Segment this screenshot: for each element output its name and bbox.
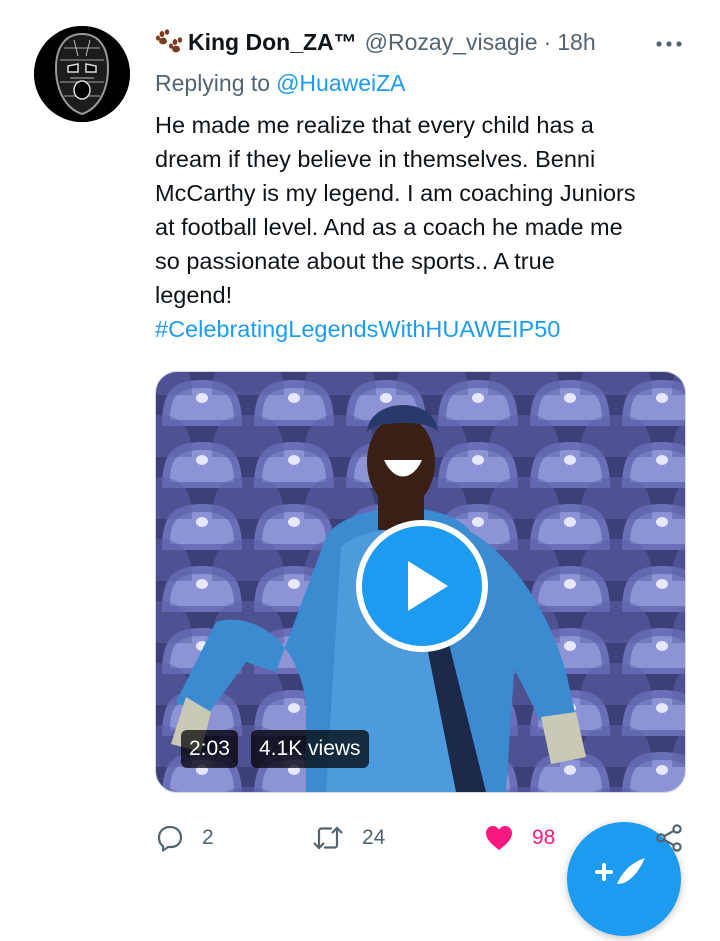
- tweet-text-line: at football level. And as a coach he mad…: [155, 214, 623, 240]
- separator-dot: ·: [543, 28, 552, 55]
- like-count: 98: [532, 826, 556, 849]
- hashtag-link[interactable]: #CelebratingLegendsWithHUAWEIP50: [155, 312, 700, 346]
- tweet-text: He made me realize that every child has …: [155, 108, 700, 346]
- user-handle[interactable]: @Rozay_visagie: [365, 29, 538, 56]
- replying-to-label: Replying to: [155, 70, 271, 96]
- reply-count: 2: [202, 826, 214, 849]
- retweet-button[interactable]: 24: [312, 822, 385, 854]
- video-duration: 2:03: [181, 730, 238, 768]
- tweet-text-line: McCarthy is my legend. I am coaching Jun…: [155, 180, 636, 206]
- heart-icon: [486, 826, 512, 850]
- reply-mention-link[interactable]: @HuaweiZA: [276, 70, 405, 96]
- tweet-text-line: so passionate about the sports.. A true: [155, 248, 555, 274]
- reply-button[interactable]: 2: [156, 822, 214, 854]
- tweet-header: King Don_ZA™ @Rozay_visagie · 18h: [155, 26, 695, 58]
- tweet-text-line: He made me realize that every child has …: [155, 112, 594, 138]
- tweet-text-line: legend!: [155, 282, 233, 308]
- play-button[interactable]: [356, 520, 488, 652]
- like-button[interactable]: 98: [484, 822, 555, 854]
- replying-to: Replying to @HuaweiZA: [155, 70, 406, 97]
- share-icon[interactable]: [653, 822, 685, 854]
- tweet-time[interactable]: 18h: [557, 29, 595, 56]
- retweet-icon: [313, 826, 343, 850]
- more-options-icon[interactable]: [654, 36, 684, 52]
- avatar[interactable]: [34, 26, 130, 122]
- retweet-count: 24: [362, 826, 386, 849]
- tweet-text-line: dream if they believe in themselves. Ben…: [155, 146, 596, 172]
- video-views: 4.1K views: [251, 730, 369, 768]
- display-name[interactable]: King Don_ZA™: [188, 29, 357, 56]
- paw-prints-icon: [156, 29, 183, 53]
- balaclava-skull-avatar: [34, 26, 130, 122]
- play-icon: [408, 561, 448, 611]
- reply-icon: [157, 825, 183, 852]
